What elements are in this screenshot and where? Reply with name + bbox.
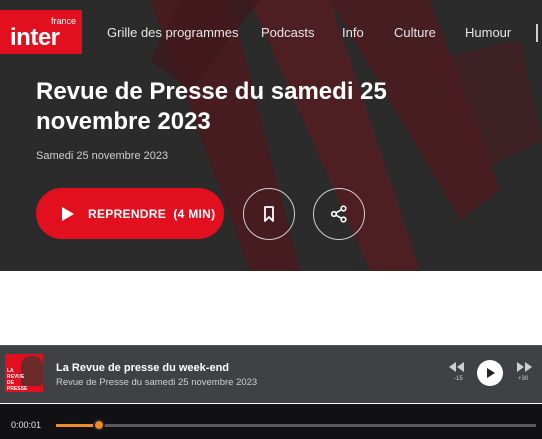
progress-handle[interactable] (93, 419, 105, 431)
page: france inter Grille des programmes Podca… (0, 0, 542, 439)
nav-item-grille[interactable]: Grille des programmes (107, 25, 239, 41)
resume-label-text: REPRENDRE (88, 207, 167, 221)
bookmark-icon (264, 206, 274, 222)
forward-30-icon (517, 362, 532, 372)
nav-item-info[interactable]: Info (342, 25, 364, 41)
mini-player: LA REVUE DE PRESSE DU WEEK-END La Revue … (0, 345, 542, 403)
forward-button[interactable]: +30 (515, 360, 533, 382)
player-play-icon (487, 368, 495, 378)
nav-overflow-edge (536, 24, 542, 42)
player-episode-title: Revue de Presse du samedi 25 novembre 20… (56, 377, 258, 388)
episode-date: Samedi 25 novembre 2023 (36, 150, 169, 162)
france-inter-logo[interactable]: france inter (0, 10, 82, 54)
progress-track[interactable] (56, 424, 536, 427)
resume-label: REPRENDRE (4 MIN) (88, 207, 215, 221)
player-show-title[interactable]: La Revue de presse du week-end (56, 362, 229, 375)
logo-text-big: inter (10, 24, 60, 51)
episode-title: Revue de Presse du samedi 25 novembre 20… (36, 78, 387, 135)
nav-item-podcasts[interactable]: Podcasts (261, 25, 314, 41)
share-icon (330, 205, 347, 223)
episode-hero: france inter Grille des programmes Podca… (0, 0, 542, 271)
bookmark-button[interactable] (243, 188, 295, 240)
resume-button[interactable]: REPRENDRE (4 MIN) (36, 188, 224, 239)
playback-timeline: 0:00:01 (0, 404, 542, 439)
rewind-button[interactable]: -15 (448, 360, 466, 382)
top-navigation: france inter Grille des programmes Podca… (0, 0, 542, 64)
rewind-label: -15 (454, 376, 463, 382)
player-play-button[interactable] (477, 360, 503, 386)
nav-item-humour[interactable]: Humour (465, 25, 511, 41)
forward-label: +30 (518, 376, 529, 382)
show-thumbnail[interactable]: LA REVUE DE PRESSE DU WEEK-END (5, 354, 43, 392)
thumbnail-text: LA REVUE DE PRESSE DU WEEK-END (7, 368, 28, 392)
current-time: 0:00:01 (11, 420, 42, 430)
nav-item-culture[interactable]: Culture (394, 25, 436, 41)
share-button[interactable] (313, 188, 365, 240)
rewind-15-icon (449, 362, 464, 372)
play-icon (62, 207, 74, 221)
remaining-time: (4 MIN) (173, 207, 216, 221)
